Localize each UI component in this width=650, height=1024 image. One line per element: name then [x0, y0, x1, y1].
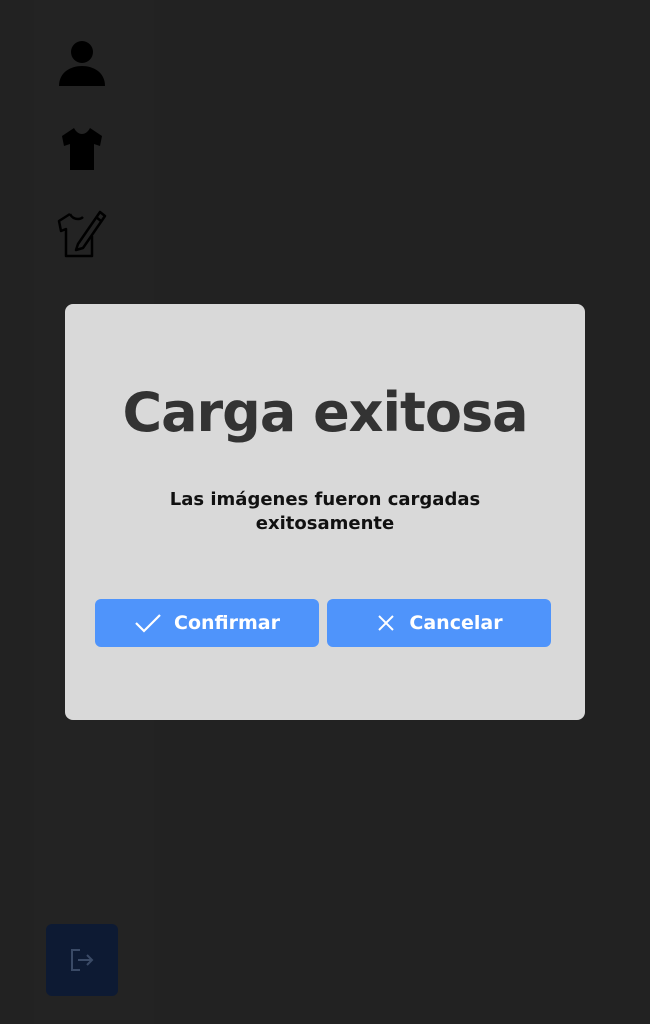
confirm-button[interactable]: Confirmar [95, 599, 319, 647]
logout-icon [71, 949, 94, 971]
confirm-button-label: Confirmar [174, 612, 280, 634]
sidebar-item-profile[interactable] [50, 32, 114, 96]
check-icon [134, 612, 162, 634]
dialog-title: Carga exitosa [122, 381, 528, 444]
user-icon [59, 41, 105, 86]
sidebar-item-design[interactable] [50, 200, 114, 264]
tshirt-icon [62, 128, 102, 170]
cancel-button-label: Cancelar [409, 612, 503, 634]
cancel-button[interactable]: Cancelar [327, 599, 551, 647]
success-dialog: Carga exitosa Las imágenes fueron cargad… [65, 304, 585, 720]
sidebar-item-shirts[interactable] [50, 116, 114, 180]
tshirt-design-icon [57, 210, 107, 258]
logout-button[interactable] [46, 924, 118, 996]
close-icon [375, 612, 397, 634]
dialog-message: Las imágenes fueron cargadas exitosament… [169, 489, 481, 534]
app-page: Carga exitosa Las imágenes fueron cargad… [0, 0, 650, 1024]
